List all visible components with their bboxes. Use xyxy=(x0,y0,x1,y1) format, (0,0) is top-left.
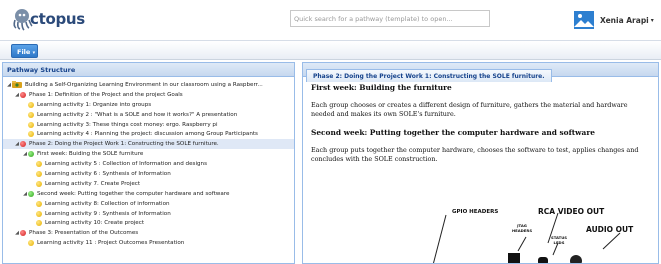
tab-strip: Phase 2: Doing the Project Work 1: Const… xyxy=(303,63,658,82)
document-body: First week: Building the furniture Each … xyxy=(303,77,658,164)
green-status-icon xyxy=(28,151,34,158)
tree-row-label: Learning activity 1: Organize into group… xyxy=(37,101,152,108)
toolbar: File ▾ xyxy=(0,40,661,60)
yellow-status-icon xyxy=(28,101,34,108)
tree-row[interactable]: ◢ Phase 2: Doing the Project Work 1: Cons… xyxy=(3,139,294,150)
tree-row[interactable]: Learning activity 10: Create project xyxy=(3,218,294,228)
tree-row[interactable]: Learning activity 2 : "What is a SOLE an… xyxy=(3,110,294,120)
yellow-status-icon xyxy=(28,240,34,247)
paragraph: Each group chooses or creates a differen… xyxy=(311,101,628,118)
pathway-tree: ◢ Building a Self-Organizing Learning Env… xyxy=(3,77,294,248)
audio-out-label: AUDIO OUT xyxy=(586,225,634,234)
tree-row-label: Learning activity 8: Collection of infor… xyxy=(45,200,170,207)
paragraph: Each group puts together the computer ha… xyxy=(311,146,639,163)
landscape-avatar-icon xyxy=(574,11,594,29)
red-status-icon xyxy=(20,141,26,148)
app-window: ctopus Quick search for a pathway (templ… xyxy=(0,0,661,264)
tree-row[interactable]: Learning activity 7. Create Project xyxy=(3,179,294,189)
status-leds-label: STATUS LEDS xyxy=(550,235,568,245)
file-label: File xyxy=(17,48,31,56)
rca-video-out-label: RCA VIDEO OUT xyxy=(538,207,605,216)
tree-row[interactable]: ◢ First week: Buiding the SOLE furniture xyxy=(3,149,294,159)
tree-row-label: Learning activity 7. Create Project xyxy=(45,180,141,187)
tree-row[interactable]: ◢ Phase 3: Presentation of the Outcomes xyxy=(3,228,294,238)
tree-row-label: Learning activity 4 : Planning the proje… xyxy=(37,131,258,138)
tree-row-label: Learning activity 10: Create project xyxy=(45,220,145,227)
yellow-status-icon xyxy=(36,170,42,177)
tree-row-label: Learning activity 3: These things cost m… xyxy=(37,121,218,128)
yellow-status-icon xyxy=(36,161,42,168)
tree-row[interactable]: Learning activity 11 : Project Outcomes … xyxy=(3,238,294,248)
tree-row[interactable]: ◢ Phase 1: Definition of the Project and … xyxy=(3,90,294,100)
tree-row[interactable]: Learning activity 1: Organize into group… xyxy=(3,100,294,110)
tree-row-label: Second week: Putting together the comput… xyxy=(37,190,230,197)
content-panel: Phase 2: Doing the Project Work 1: Const… xyxy=(302,62,659,264)
gpio-headers-label: GPIO HEADERS xyxy=(452,209,499,215)
tree-row-label: First week: Buiding the SOLE furniture xyxy=(37,151,144,158)
header: ctopus Quick search for a pathway (templ… xyxy=(0,0,661,40)
tree-row-label: Learning activity 9 : Synthesis of Infor… xyxy=(45,210,171,217)
pathway-folder-icon xyxy=(12,81,22,89)
yellow-status-icon xyxy=(36,180,42,187)
red-status-icon xyxy=(20,230,26,237)
file-menu-button[interactable]: File ▾ xyxy=(11,44,38,58)
yellow-status-icon xyxy=(28,121,34,128)
user-name: Xenia Arapi xyxy=(600,15,649,25)
tree-row-label: Learning activity 2 : "What is a SOLE an… xyxy=(37,111,238,118)
tree-row-label: Learning activity 5 : Collection of Info… xyxy=(45,161,208,168)
tree-row-label: Phase 1: Definition of the Project and t… xyxy=(29,91,183,98)
chevron-down-icon: ▾ xyxy=(650,16,654,24)
tree-row[interactable]: Learning activity 3: These things cost m… xyxy=(3,120,294,130)
tree-row-label: Phase 2: Doing the Project Work 1: Const… xyxy=(29,141,219,148)
pathway-structure-panel: Pathway Structure ◢ Building a Self-Organ… xyxy=(2,62,295,264)
yellow-status-icon xyxy=(36,210,42,217)
search-placeholder: Quick search for a pathway (template) to… xyxy=(294,15,453,23)
yellow-status-icon xyxy=(36,200,42,207)
section-heading: First week: Building the furniture xyxy=(311,83,452,92)
panel-title: Pathway Structure xyxy=(3,63,294,77)
tree-row-label: Building a Self-Organizing Learning Envi… xyxy=(25,81,263,88)
yellow-status-icon xyxy=(28,111,34,118)
jtag-headers-label: JTAG HEADERS xyxy=(511,223,533,233)
tree-row[interactable]: Learning activity 9 : Synthesis of Infor… xyxy=(3,209,294,219)
search-input[interactable]: Quick search for a pathway (template) to… xyxy=(290,10,490,27)
avatar xyxy=(574,11,594,29)
octopus-logo[interactable]: ctopus xyxy=(10,4,85,34)
tree-row-label: Phase 3: Presentation of the Outcomes xyxy=(29,230,139,237)
tree-row[interactable]: Learning activity 8: Collection of infor… xyxy=(3,199,294,209)
logo-text: ctopus xyxy=(30,10,85,28)
tree-row[interactable]: Learning activity 6 : Synthesis of Infor… xyxy=(3,169,294,179)
section-heading: Second week: Putting together the comput… xyxy=(311,128,595,137)
tree-row[interactable]: ◢ Building a Self-Organizing Learning Env… xyxy=(3,80,294,90)
tree-row[interactable]: Learning activity 5 : Collection of Info… xyxy=(3,159,294,169)
user-menu[interactable]: Xenia Arapi ▾ xyxy=(574,11,654,29)
tree-row[interactable]: ◢ Second week: Putting together the compu… xyxy=(3,189,294,199)
green-status-icon xyxy=(28,190,34,197)
raspberry-pi-diagram: GPIO HEADERS RCA VIDEO OUT AUDIO OUT JTA… xyxy=(408,203,658,263)
chevron-down-icon: ▾ xyxy=(32,50,36,56)
tree-row-label: Learning activity 11 : Project Outcomes … xyxy=(37,240,185,247)
tree-row[interactable]: Learning activity 4 : Planning the proje… xyxy=(3,129,294,139)
red-status-icon xyxy=(20,91,26,98)
yellow-status-icon xyxy=(28,131,34,138)
tree-row-label: Learning activity 6 : Synthesis of Infor… xyxy=(45,170,171,177)
yellow-status-icon xyxy=(36,220,42,227)
tab-phase-2[interactable]: Phase 2: Doing the Project Work 1: Const… xyxy=(306,69,552,82)
